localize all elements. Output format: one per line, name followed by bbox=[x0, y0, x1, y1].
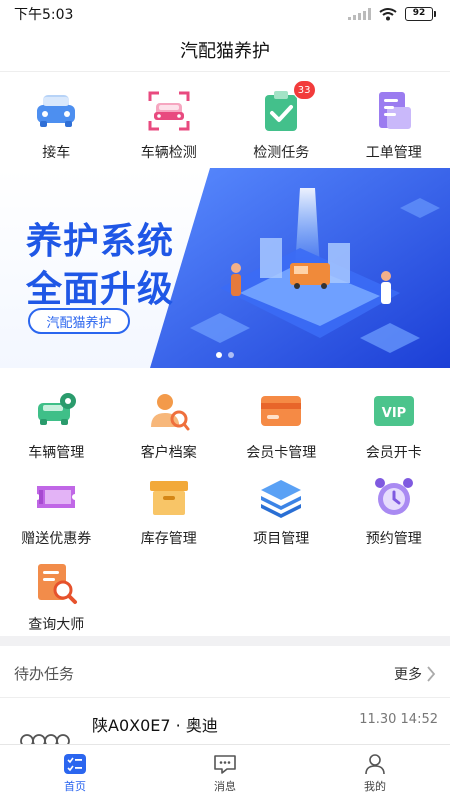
battery-icon: 92 bbox=[405, 7, 436, 21]
search-doc-icon bbox=[33, 560, 79, 606]
grid-item-customer-records[interactable]: 客户档案 bbox=[113, 378, 226, 464]
grid-label: 客户档案 bbox=[140, 445, 197, 461]
menu-label: 工单管理 bbox=[365, 145, 422, 161]
todo-list-item[interactable]: 陕A0X0E7 · 奥迪 11.30 14:52 bbox=[0, 700, 450, 748]
page-title: 汽配猫养护 bbox=[180, 40, 270, 62]
promo-banner[interactable]: 养护系统 全面升级 汽配猫养护 bbox=[0, 168, 450, 368]
grid-item-project-management[interactable]: 项目管理 bbox=[225, 464, 338, 550]
customer-search-icon bbox=[146, 388, 192, 434]
grid-label: 库存管理 bbox=[140, 531, 197, 547]
vehicle-plate: 陕A0X0E7 · 奥迪 bbox=[92, 716, 218, 735]
pagination-dot bbox=[216, 352, 222, 358]
banner-illustration bbox=[150, 168, 450, 368]
grid-label: 会员卡管理 bbox=[246, 445, 317, 461]
banner-tag: 汽配猫养护 bbox=[28, 308, 130, 334]
tab-label: 消息 bbox=[214, 780, 236, 793]
grid-label: 查询大师 bbox=[28, 617, 85, 633]
banner-headline-2: 全面升级 bbox=[26, 269, 175, 310]
todo-section-title: 待办任务 bbox=[14, 665, 75, 683]
grid-item-appointments[interactable]: 预约管理 bbox=[338, 464, 450, 550]
alarm-clock-icon bbox=[371, 474, 417, 520]
menu-item-work-orders[interactable]: 工单管理 bbox=[338, 78, 450, 170]
pagination-dot bbox=[228, 352, 234, 358]
grid-item-membership-cards[interactable]: 会员卡管理 bbox=[225, 378, 338, 464]
home-icon bbox=[64, 754, 86, 774]
battery-level: 92 bbox=[405, 7, 433, 21]
car-front-icon bbox=[33, 88, 79, 134]
menu-item-inspection-tasks[interactable]: 33 检测任务 bbox=[225, 78, 338, 170]
todo-time: 11.30 14:52 bbox=[359, 712, 438, 727]
more-link[interactable]: 更多 bbox=[394, 664, 436, 684]
section-divider bbox=[0, 636, 450, 646]
app-title-bar: 汽配猫养护 bbox=[0, 28, 450, 72]
wifi-icon bbox=[379, 7, 397, 21]
grid-label: 会员开卡 bbox=[365, 445, 422, 461]
car-gear-icon bbox=[33, 388, 79, 434]
tab-messages[interactable]: 消息 bbox=[150, 745, 300, 800]
status-time: 下午5:03 bbox=[14, 7, 74, 23]
tab-home[interactable]: 首页 bbox=[0, 745, 150, 800]
tab-label: 我的 bbox=[364, 780, 386, 793]
grid-item-gift-coupons[interactable]: 赠送优惠券 bbox=[0, 464, 113, 550]
menu-label: 检测任务 bbox=[253, 145, 310, 161]
todo-section-header: 待办任务 更多 bbox=[0, 650, 450, 698]
feature-grid: 车辆管理 客户档案 会员卡管理 VIP 会员开卡 赠送优惠券 库存管理 项目管理… bbox=[0, 378, 450, 636]
car-scan-icon bbox=[146, 88, 192, 134]
banner-headline-1: 养护系统 bbox=[26, 221, 175, 262]
signal-icon bbox=[348, 8, 371, 20]
notification-badge: 33 bbox=[292, 80, 316, 100]
menu-item-pickup[interactable]: 接车 bbox=[0, 78, 113, 170]
grid-item-open-membership[interactable]: VIP 会员开卡 bbox=[338, 378, 450, 464]
grid-label: 项目管理 bbox=[253, 531, 310, 547]
profile-icon bbox=[365, 754, 385, 775]
menu-label: 车辆检测 bbox=[140, 145, 197, 161]
status-icons: 92 bbox=[348, 7, 436, 21]
banner-pagination bbox=[0, 352, 450, 358]
vip-icon-text: VIP bbox=[382, 406, 406, 421]
coupon-icon bbox=[33, 474, 79, 520]
grid-item-vehicle-management[interactable]: 车辆管理 bbox=[0, 378, 113, 464]
chevron-right-icon bbox=[427, 665, 436, 682]
card-icon bbox=[258, 388, 304, 434]
tab-label: 首页 bbox=[64, 780, 86, 793]
grid-label: 预约管理 bbox=[365, 531, 422, 547]
menu-label: 接车 bbox=[42, 145, 71, 161]
grid-item-inventory[interactable]: 库存管理 bbox=[113, 464, 226, 550]
box-icon bbox=[146, 474, 192, 520]
tab-profile[interactable]: 我的 bbox=[300, 745, 450, 800]
menu-item-vehicle-inspection[interactable]: 车辆检测 bbox=[113, 78, 226, 170]
message-icon bbox=[214, 755, 236, 774]
grid-label: 车辆管理 bbox=[28, 445, 85, 461]
vip-icon: VIP bbox=[371, 388, 417, 434]
bottom-tab-bar: 首页 消息 我的 bbox=[0, 744, 450, 800]
top-menu: 接车 车辆检测 33 检测任务 工单管理 bbox=[0, 78, 450, 170]
document-list-icon bbox=[371, 88, 417, 134]
more-label: 更多 bbox=[394, 666, 422, 683]
status-bar: 下午5:03 92 bbox=[0, 0, 450, 28]
layers-icon bbox=[258, 474, 304, 520]
grid-item-query-master[interactable]: 查询大师 bbox=[0, 550, 113, 636]
grid-label: 赠送优惠券 bbox=[21, 531, 92, 547]
